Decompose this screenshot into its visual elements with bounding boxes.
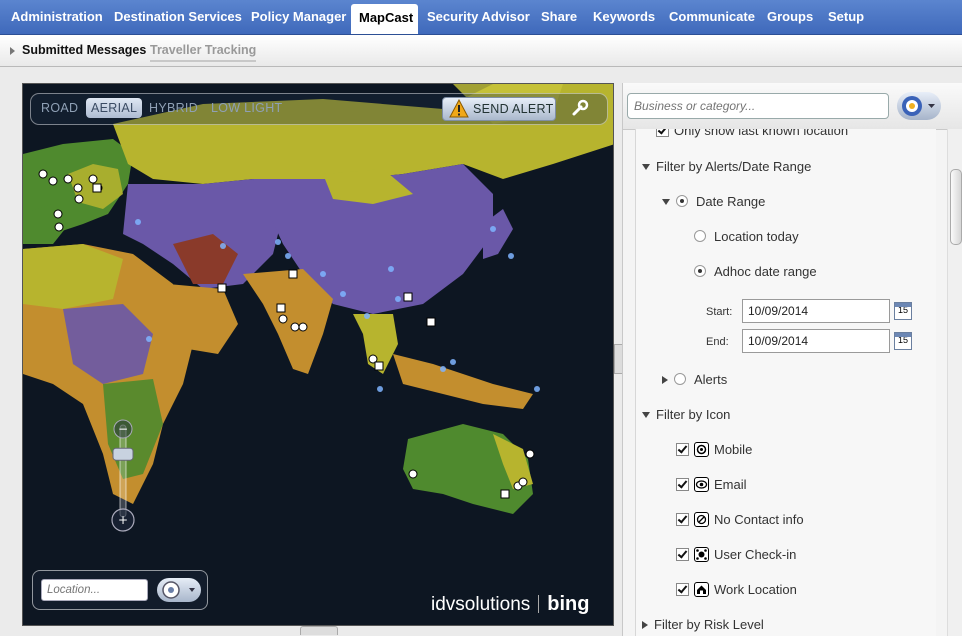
only-last-known-checkbox[interactable]: [656, 129, 669, 137]
tab-communicate[interactable]: Communicate: [669, 0, 755, 34]
tab-keywords[interactable]: Keywords: [593, 0, 655, 34]
scrollbar-thumb[interactable]: [950, 169, 962, 245]
business-search-input[interactable]: [627, 93, 889, 119]
eye-search-icon: [902, 96, 935, 116]
tab-setup[interactable]: Setup: [828, 0, 864, 34]
wrench-icon[interactable]: [571, 99, 589, 117]
location-today-radio[interactable]: [694, 230, 706, 242]
filter-list: Only show last known location Filter by …: [635, 129, 936, 636]
chevron-right-icon: [642, 621, 648, 629]
chevron-right-icon: [10, 47, 15, 55]
chevron-down-icon: [662, 199, 670, 205]
tab-mapcast[interactable]: MapCast: [351, 4, 418, 34]
map-view[interactable]: ROAD AERIAL HYBRID LOW LIGHT SEND ALERT …: [22, 83, 614, 626]
business-search-button[interactable]: [897, 92, 941, 120]
start-date-label: Start:: [706, 306, 733, 318]
filter-risk-header[interactable]: Filter by Risk Level: [642, 617, 764, 632]
map-mode-hybrid[interactable]: HYBRID: [149, 101, 198, 115]
bing-logo: bing: [547, 593, 590, 615]
chevron-right-icon: [662, 376, 668, 384]
no-contact-checkbox[interactable]: [676, 513, 689, 526]
idvsolutions-logo: idvsolutions: [431, 594, 531, 615]
no-contact-icon: [694, 512, 709, 527]
date-range-row[interactable]: Date Range: [662, 194, 765, 209]
email-icon: [694, 477, 709, 492]
work-location-checkbox[interactable]: [676, 583, 689, 596]
start-calendar-icon[interactable]: 15: [894, 302, 912, 320]
adhoc-date-range-row[interactable]: Adhoc date range: [694, 264, 817, 279]
map-toolbar: ROAD AERIAL HYBRID LOW LIGHT SEND ALERT: [30, 93, 608, 125]
filter-panel: Only show last known location Filter by …: [622, 83, 962, 636]
location-search-box: [32, 570, 208, 610]
panel-scrollbar[interactable]: [947, 129, 962, 636]
work-location-icon: [694, 582, 709, 597]
tab-groups[interactable]: Groups: [767, 0, 813, 34]
location-today-row[interactable]: Location today: [694, 229, 799, 244]
map-canvas: [23, 84, 613, 625]
mobile-icon: [694, 442, 709, 457]
user-checkin-icon: [694, 547, 709, 562]
map-mode-road[interactable]: ROAD: [41, 101, 78, 115]
subtab-traveller-tracking[interactable]: Traveller Tracking: [150, 43, 257, 62]
alerts-row[interactable]: Alerts: [662, 372, 727, 387]
end-calendar-icon[interactable]: 15: [894, 332, 912, 350]
top-nav: Administration Destination Services Poli…: [0, 0, 962, 35]
panel-search-bar: [623, 83, 962, 130]
tab-share[interactable]: Share: [541, 0, 577, 34]
end-date-input[interactable]: 10/09/2014: [742, 329, 890, 353]
location-input[interactable]: [41, 579, 148, 601]
mobile-checkbox[interactable]: [676, 443, 689, 456]
icon-filter-no-contact[interactable]: No Contact info: [676, 512, 804, 527]
start-date-input[interactable]: 10/09/2014: [742, 299, 890, 323]
map-mode-low-light[interactable]: LOW LIGHT: [211, 101, 282, 115]
filter-alerts-date-header[interactable]: Filter by Alerts/Date Range: [642, 159, 811, 174]
end-date-label: End:: [706, 336, 729, 348]
chevron-down-icon: [642, 412, 650, 418]
tab-destination-services[interactable]: Destination Services: [114, 0, 242, 34]
alerts-radio[interactable]: [674, 373, 686, 385]
tab-security-advisor[interactable]: Security Advisor: [427, 0, 530, 34]
tab-policy-manager[interactable]: Policy Manager: [251, 0, 346, 34]
map-mode-aerial[interactable]: AERIAL: [86, 98, 143, 118]
icon-filter-user-checkin[interactable]: User Check-in: [676, 547, 796, 562]
only-last-known-row[interactable]: Only show last known location: [656, 129, 848, 138]
send-alert-label: SEND ALERT: [473, 102, 554, 116]
adhoc-date-range-radio[interactable]: [694, 265, 706, 277]
icon-filter-email[interactable]: Email: [676, 477, 747, 492]
filter-icon-header[interactable]: Filter by Icon: [642, 407, 730, 422]
send-alert-button[interactable]: SEND ALERT: [442, 97, 556, 121]
icon-filter-mobile[interactable]: Mobile: [676, 442, 752, 457]
warning-icon: [449, 99, 469, 118]
user-checkin-checkbox[interactable]: [676, 548, 689, 561]
tab-administration[interactable]: Administration: [11, 0, 103, 34]
map-expand-handle[interactable]: [300, 626, 338, 635]
icon-filter-work-location[interactable]: Work Location: [676, 582, 797, 597]
location-search-button[interactable]: [157, 578, 201, 602]
zoom-slider[interactable]: − +: [108, 417, 138, 537]
subtab-submitted-messages[interactable]: Submitted Messages: [22, 43, 146, 57]
svg-text:+: +: [118, 513, 128, 527]
date-range-radio[interactable]: [676, 195, 688, 207]
locate-icon: [162, 581, 195, 599]
sub-nav: Submitted Messages Traveller Tracking: [0, 35, 962, 67]
chevron-down-icon: [642, 164, 650, 170]
map-attribution: idvsolutions bing: [431, 593, 590, 616]
email-checkbox[interactable]: [676, 478, 689, 491]
svg-text:−: −: [118, 422, 128, 436]
